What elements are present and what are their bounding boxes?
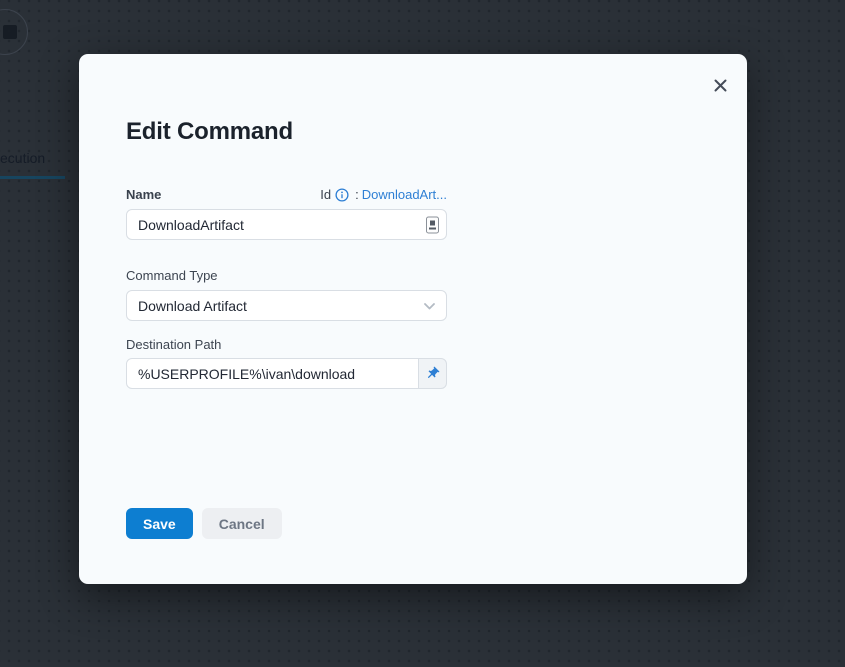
close-icon[interactable] [707, 72, 733, 98]
stop-button[interactable] [0, 9, 28, 55]
name-input[interactable] [126, 209, 447, 240]
name-label: Name [126, 187, 161, 202]
save-button[interactable]: Save [126, 508, 193, 539]
name-input-wrap [126, 209, 447, 240]
stop-icon [3, 25, 17, 39]
chevron-down-icon [424, 297, 435, 315]
destination-path-label: Destination Path [126, 337, 221, 352]
destination-path-input[interactable] [126, 358, 419, 389]
autofill-icon-line [429, 227, 436, 229]
autofill-icon [426, 216, 439, 233]
id-separator: : [355, 187, 359, 202]
id-label: Id [320, 187, 331, 202]
destination-path-group [126, 358, 447, 389]
autofill-icon-head [430, 220, 435, 225]
tab-execution[interactable]: ecution [0, 150, 45, 167]
pin-button[interactable] [418, 358, 447, 389]
command-type-select[interactable]: Download Artifact [126, 290, 447, 321]
info-icon[interactable] [335, 188, 349, 202]
tab-execution-label: ecution [0, 150, 45, 167]
dialog-actions: Save Cancel [126, 508, 282, 539]
dialog-title: Edit Command [126, 119, 293, 145]
command-type-label: Command Type [126, 268, 218, 283]
command-type-value: Download Artifact [138, 298, 247, 314]
command-id-group: Id : DownloadArt... [320, 187, 447, 202]
pushpin-icon [422, 363, 443, 384]
cancel-button[interactable]: Cancel [202, 508, 282, 539]
command-id-link[interactable]: DownloadArt... [362, 187, 447, 202]
active-tab-indicator [0, 176, 65, 179]
edit-command-dialog: Edit Command Name Id : DownloadArt... Co… [79, 54, 747, 584]
name-label-row: Name Id : DownloadArt... [126, 187, 447, 202]
